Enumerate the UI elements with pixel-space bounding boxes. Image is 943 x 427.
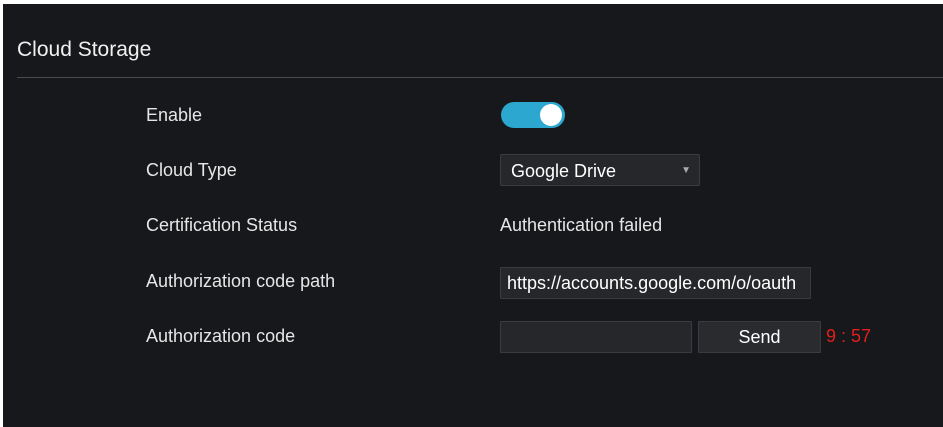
panel-title: Cloud Storage (17, 38, 152, 61)
enable-toggle[interactable] (501, 102, 565, 128)
cloud-storage-panel: Cloud Storage Enable Cloud Type Google D… (3, 4, 943, 427)
auth-code-path-field[interactable] (500, 267, 811, 299)
cloud-type-select[interactable]: Google Drive ▼ (500, 154, 700, 186)
cloud-type-value: Google Drive (511, 161, 617, 181)
certification-status-label: Certification Status (146, 215, 298, 235)
toggle-knob (540, 104, 562, 126)
auth-code-path-label: Authorization code path (146, 271, 336, 291)
send-button[interactable]: Send (698, 321, 821, 353)
caret-down-icon: ▼ (681, 165, 691, 176)
panel-header: Cloud Storage (3, 4, 943, 78)
enable-label: Enable (146, 105, 203, 125)
certification-status-value: Authentication failed (500, 215, 663, 235)
cloud-type-label: Cloud Type (146, 160, 237, 180)
header-divider (17, 77, 943, 78)
auth-code-field[interactable] (500, 321, 692, 353)
auth-code-label: Authorization code (146, 326, 296, 346)
countdown-timer: 9 : 57 (826, 326, 872, 346)
